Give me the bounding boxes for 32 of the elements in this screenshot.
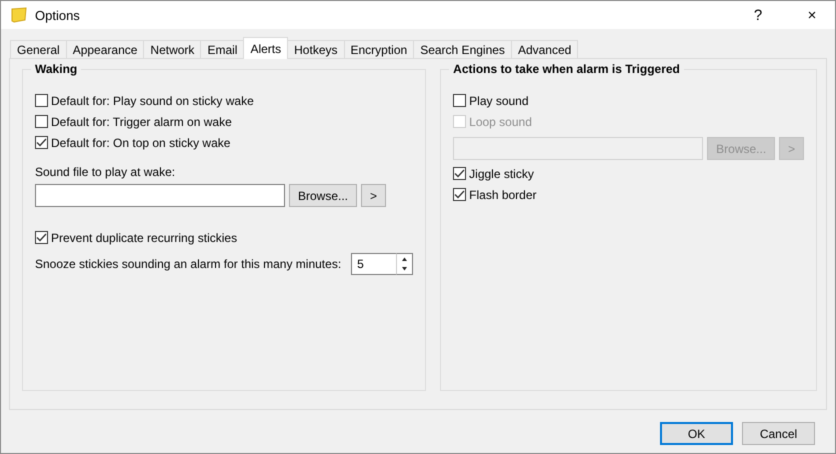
checkbox[interactable]: Prevent duplicate recurring stickies [35, 227, 414, 248]
tab[interactable]: Advanced [510, 40, 578, 59]
checkbox[interactable]: Default for: Trigger alarm on wake [35, 111, 414, 132]
checkbox[interactable]: Flash border [453, 184, 804, 205]
dialog-button[interactable]: Cancel [742, 422, 815, 445]
go-button[interactable]: > [361, 184, 386, 207]
sound-file-field[interactable] [35, 184, 285, 207]
window-title: Options [35, 8, 81, 22]
checkmark-icon [454, 190, 466, 199]
help-button[interactable]: ? [735, 1, 781, 29]
dialog-button[interactable]: OK [660, 422, 733, 445]
checkbox[interactable]: Jiggle sticky [453, 163, 804, 184]
tab[interactable]: Encryption [344, 40, 414, 59]
close-button[interactable]: × [789, 1, 835, 29]
browse-button[interactable]: Browse... [289, 184, 358, 207]
tab[interactable]: Search Engines [413, 40, 512, 59]
checkbox[interactable]: Default for: Play sound on sticky wake [35, 90, 414, 111]
checkbox[interactable]: Default for: On top on sticky wake [35, 132, 414, 153]
tab[interactable]: Appearance [66, 40, 144, 59]
tab[interactable]: General [10, 40, 67, 59]
checkmark-icon [36, 138, 47, 147]
group-title: Waking [31, 62, 82, 76]
sticky-note-icon [11, 7, 27, 23]
checkmark-icon [36, 233, 47, 242]
checkbox[interactable]: Play sound [453, 90, 804, 111]
minutes-field[interactable]: 5 [351, 253, 396, 275]
tab[interactable]: Hotkeys [287, 40, 344, 59]
checkmark-icon [454, 169, 466, 178]
tab[interactable]: Alerts [243, 37, 288, 59]
group-title: Actions to take when alarm is Triggered [449, 62, 684, 76]
spin-label: Snooze stickies sounding an alarm for this many minutes: [35, 257, 342, 271]
field-label: Sound file to play at wake: [35, 165, 176, 179]
